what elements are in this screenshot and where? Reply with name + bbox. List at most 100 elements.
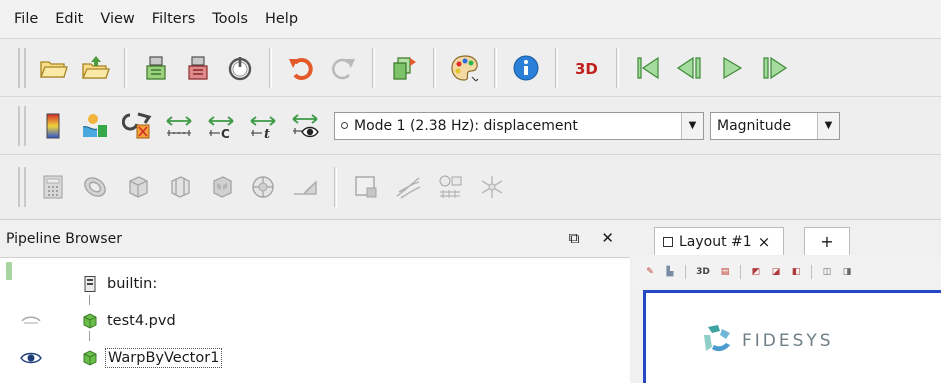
toolbar-handle[interactable] [18,105,26,146]
close-tab-icon[interactable]: × [758,233,771,251]
menu-tools[interactable]: Tools [210,9,250,29]
camera-capture-icon[interactable]: ▤ [717,264,733,280]
pipeline-item[interactable]: WarpByVector1 [0,341,630,375]
toolbar-handle[interactable] [18,47,26,88]
mode-select[interactable]: Mode 1 (2.38 Hz): displacement ▼ [334,111,704,140]
reset-session-button[interactable] [221,48,259,88]
rescale-custom-range-button[interactable]: C [202,106,240,146]
clip-button[interactable] [118,167,156,207]
calculator-icon [43,175,63,199]
rescale-visible-range-button[interactable] [286,106,324,146]
info-icon [513,55,539,80]
pipeline-item-label: WarpByVector1 [105,348,223,368]
probe-icon [481,176,503,198]
plot-over-line-button[interactable] [431,167,469,207]
pipeline-item[interactable]: test4.pvd [0,304,630,338]
threshold-button[interactable] [202,167,240,207]
connect-button[interactable] [137,48,175,88]
interactive-select-icon[interactable]: ◨ [839,264,855,280]
3d-button[interactable]: 3D [568,48,606,88]
save-data-button[interactable] [385,48,423,88]
color-map-editor-icon [82,113,107,137]
toolbar-separator [616,47,619,88]
toolbar-separator [372,47,375,88]
rescale-temporal-range-button[interactable]: t [244,106,282,146]
contour-button[interactable] [76,167,114,207]
close-icon[interactable]: ✕ [601,229,614,247]
eye-closed-icon[interactable] [20,314,42,328]
select-polygon-icon[interactable]: ◫ [819,264,835,280]
undo-button[interactable] [282,48,320,88]
component-select[interactable]: Magnitude ▼ [710,111,840,140]
color-palette-icon [451,54,479,81]
toolbar-separator [555,47,558,88]
edit-color-map-button[interactable] [76,106,114,146]
toggle-color-legend-button[interactable] [34,106,72,146]
slice-button[interactable] [160,167,198,207]
load-state-button[interactable] [76,48,114,88]
render-view[interactable]: FIDESYS [643,290,941,383]
toolbar-separator [685,265,686,279]
pipeline-item[interactable]: builtin: [0,267,630,301]
mode-select-value: Mode 1 (2.38 Hz): displacement [354,117,578,134]
pipeline-browser-title: Pipeline Browser [6,231,122,247]
eye-icon[interactable] [20,351,42,365]
select-cells-on-icon[interactable]: ◩ [748,264,764,280]
load-state-icon [81,55,110,79]
svg-text:t: t [264,127,270,141]
calculator-button[interactable] [34,167,72,207]
extract-subset-button[interactable] [244,167,282,207]
tab-layout-1[interactable]: Layout #1 × [654,227,784,255]
slice-icon [171,176,190,198]
chevron-down-icon: ▼ [681,112,703,139]
disconnect-button[interactable] [179,48,217,88]
menu-filters[interactable]: Filters [150,9,197,29]
extract-subset-icon [252,176,274,198]
previous-frame-button[interactable] [671,48,709,88]
menu-help[interactable]: Help [263,9,300,29]
add-layout-tab[interactable]: + [804,227,850,255]
first-frame-button[interactable] [629,48,667,88]
info-button[interactable] [507,48,545,88]
toolbar-handle[interactable] [18,167,26,207]
menu-view[interactable]: View [98,9,136,29]
color-palette-button[interactable] [446,48,484,88]
first-frame-icon [637,56,659,79]
glyph-icon [294,180,317,195]
redo-button[interactable] [324,48,362,88]
rescale-custom-icon [122,112,152,138]
save-data-icon [393,56,416,80]
previous-frame-icon [676,56,701,79]
rescale-temporal-range-icon: t [250,115,276,141]
redo-icon [332,58,355,79]
play-button[interactable] [713,48,751,88]
glyph-button[interactable] [286,167,324,207]
rescale-data-range-button[interactable] [160,106,198,146]
3d-toggle-button[interactable]: 3D [693,264,713,280]
stream-tracer-button[interactable] [389,167,427,207]
zoom-to-data-icon[interactable]: ▙ [662,264,678,280]
select-cells-button[interactable] [347,167,385,207]
reset-camera-icon[interactable]: ✎ [642,264,658,280]
menu-bar: File Edit View Filters Tools Help [0,0,941,38]
open-button[interactable] [34,48,72,88]
server-icon [84,276,96,292]
connect-icon [146,55,166,80]
select-points-on-icon[interactable]: ◪ [768,264,784,280]
menu-file[interactable]: File [12,9,40,29]
stream-tracer-icon [396,177,421,199]
undock-icon[interactable]: ⧉ [569,229,580,247]
rescale-custom-button[interactable] [118,106,156,146]
component-select-value: Magnitude [717,117,792,134]
probe-button[interactable] [473,167,511,207]
threshold-icon [213,176,232,198]
disconnect-icon [188,55,208,80]
point-data-icon [341,122,348,129]
color-legend-icon [46,113,60,138]
select-cells-through-icon[interactable]: ◧ [788,264,804,280]
svg-text:C: C [221,127,230,141]
menu-edit[interactable]: Edit [53,9,85,29]
next-frame-button[interactable] [755,48,793,88]
toolbar-separator [740,265,741,279]
rescale-visible-range-icon [292,113,319,137]
